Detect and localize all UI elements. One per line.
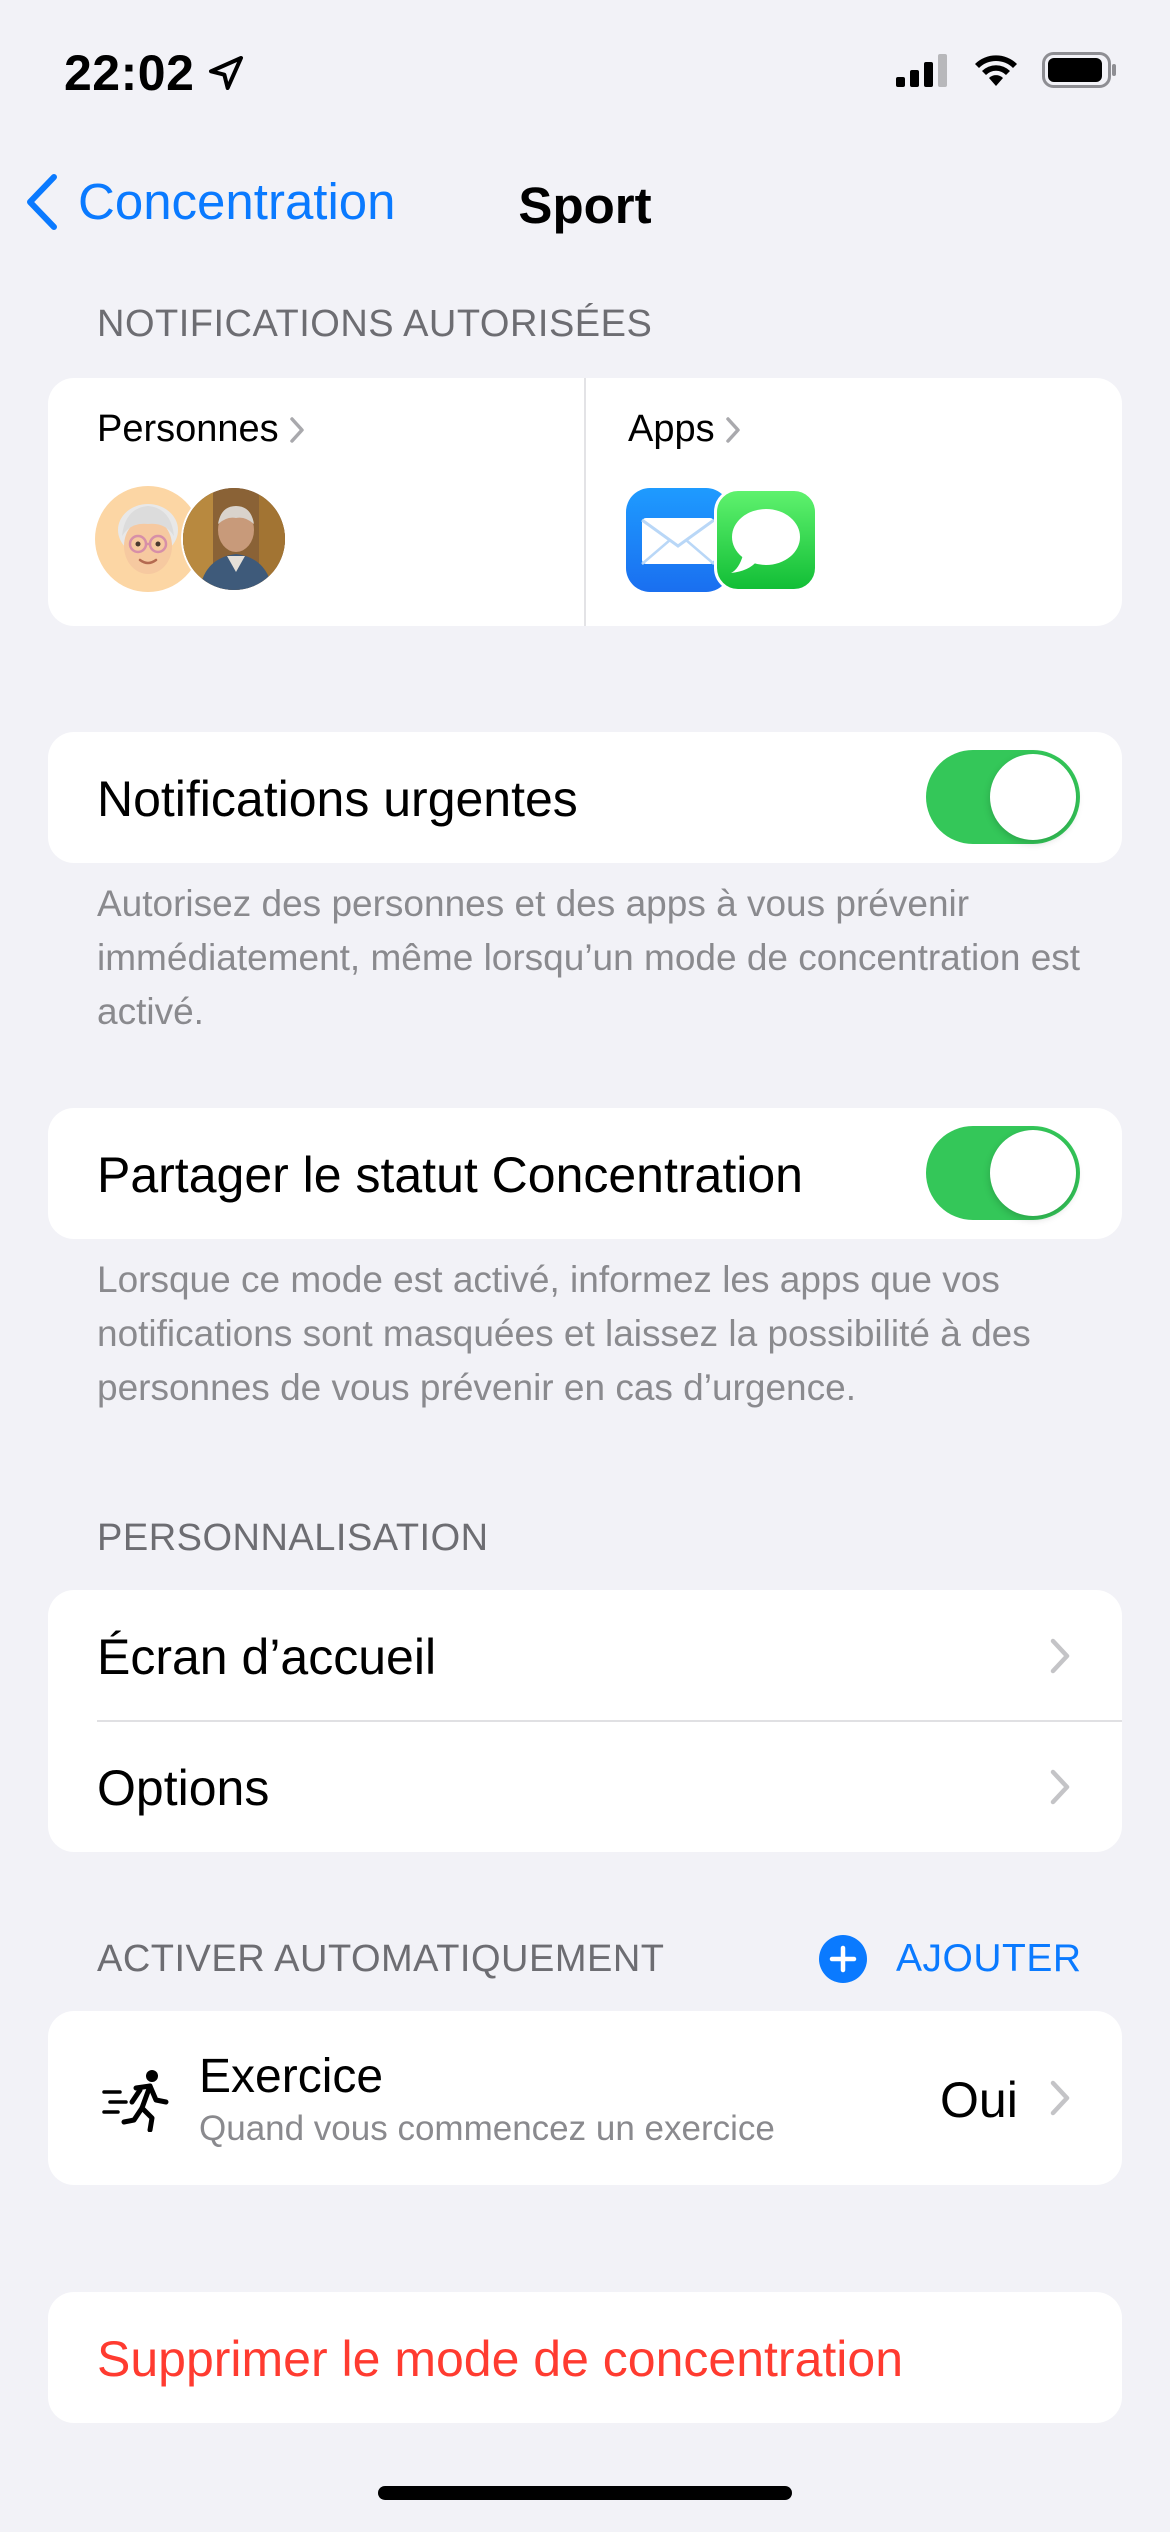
apps-link[interactable]: Apps — [628, 408, 743, 451]
urgent-notifications-row: Notifications urgentes — [48, 732, 1122, 863]
people-label: Personnes — [97, 408, 279, 450]
chevron-right-icon — [1050, 2080, 1070, 2116]
share-focus-status-label: Partager le statut Concentration — [97, 1147, 803, 1203]
battery-icon — [1042, 52, 1116, 88]
exercise-subtitle: Quand vous commencez un exercice — [199, 2109, 775, 2148]
status-time: 22:02 — [64, 44, 246, 102]
messages-icon — [714, 488, 818, 592]
status-indicators — [896, 52, 1118, 88]
options-row[interactable]: Options — [48, 1721, 1122, 1852]
customization-card: Écran d’accueil Options — [48, 1590, 1122, 1852]
page-title: Sport — [518, 177, 652, 234]
exercise-row[interactable]: Exercice Quand vous commencez un exercic… — [48, 2011, 1122, 2185]
customization-header: PERSONNALISATION — [97, 1517, 489, 1559]
urgent-notifications-label: Notifications urgentes — [97, 771, 578, 827]
urgent-notifications-toggle[interactable] — [926, 750, 1080, 844]
toggle-knob — [990, 1130, 1076, 1216]
add-label: AJOUTER — [896, 1937, 1082, 1980]
chevron-right-icon — [725, 416, 740, 443]
share-focus-status-row: Partager le statut Concentration — [48, 1108, 1122, 1239]
home-indicator[interactable] — [378, 2486, 792, 2500]
home-screen-row[interactable]: Écran d’accueil — [48, 1590, 1122, 1721]
delete-focus-button[interactable]: Supprimer le mode de concentration — [48, 2292, 1122, 2423]
add-automation-button[interactable]: AJOUTER — [818, 1934, 1082, 1984]
running-figure-icon — [102, 2070, 169, 2132]
people-link[interactable]: Personnes — [97, 408, 307, 451]
chevron-right-icon — [1050, 1769, 1070, 1805]
apps-label: Apps — [628, 408, 715, 450]
apps-section[interactable]: Apps — [586, 378, 1122, 626]
toggle-knob — [990, 754, 1076, 840]
wifi-icon — [975, 55, 1017, 86]
plus-circle-icon — [819, 1935, 867, 1983]
options-label: Options — [97, 1760, 270, 1816]
allowed-notifications-card: Personnes Apps — [48, 378, 1122, 626]
auto-activation-header: ACTIVER AUTOMATIQUEMENT — [97, 1938, 665, 1980]
share-focus-status-toggle[interactable] — [926, 1126, 1080, 1220]
exercise-title: Exercice — [199, 2050, 384, 2103]
home-screen-label: Écran d’accueil — [97, 1629, 437, 1685]
allowed-notifications-header: NOTIFICATIONS AUTORISÉES — [97, 303, 653, 345]
chevron-right-icon — [289, 416, 304, 443]
delete-focus-label: Supprimer le mode de concentration — [97, 2331, 904, 2387]
share-focus-status-footer: Lorsque ce mode est activé, informez les… — [97, 1259, 1031, 1408]
exercise-value: Oui — [940, 2072, 1018, 2128]
people-section[interactable]: Personnes — [48, 378, 584, 626]
avatar — [181, 486, 287, 592]
location-arrow-icon — [209, 56, 244, 90]
clock-text: 22:02 — [64, 45, 195, 101]
person-photo-icon — [183, 488, 285, 590]
cellular-signal-icon — [896, 54, 947, 87]
urgent-notifications-footer: Autorisez des personnes et des apps à vo… — [97, 883, 1081, 1032]
chevron-right-icon — [1050, 1638, 1070, 1674]
